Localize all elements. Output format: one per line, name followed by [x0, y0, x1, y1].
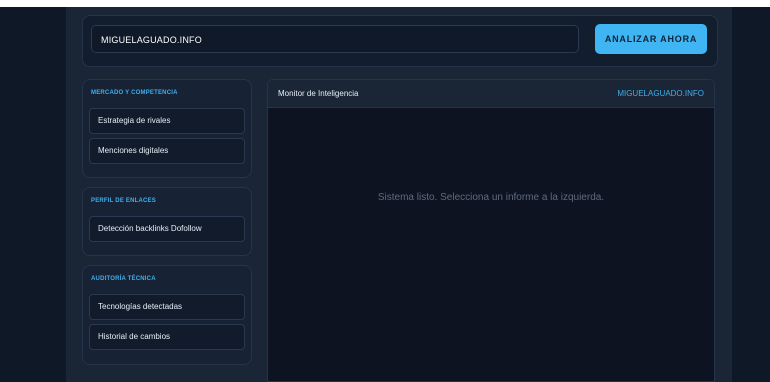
group-title: PERFIL DE ENLACES	[91, 198, 156, 204]
report-detected-technologies[interactable]: Tecnologías detectadas	[89, 294, 245, 320]
group-link-profile: PERFIL DE ENLACES Detección backlinks Do…	[82, 187, 252, 256]
analyze-button[interactable]: ANALIZAR AHORA	[595, 24, 707, 54]
group-market-competition: MERCADO Y COMPETENCIA Estrategia de riva…	[82, 79, 252, 178]
group-technical-audit: AUDITORÍA TÉCNICA Tecnologías detectadas…	[82, 265, 252, 365]
url-input[interactable]: MIGUELAGUADO.INFO	[91, 25, 579, 53]
main-panel: MIGUELAGUADO.INFO ANALIZAR AHORA MERCADO…	[66, 7, 732, 382]
report-rival-strategy[interactable]: Estrategia de rivales	[89, 108, 245, 134]
intelligence-monitor: Monitor de Inteligencia MIGUELAGUADO.INF…	[267, 79, 715, 382]
monitor-status-message: Sistema listo. Selecciona un informe a l…	[377, 192, 605, 203]
monitor-header: Monitor de Inteligencia MIGUELAGUADO.INF…	[268, 80, 714, 108]
search-card: MIGUELAGUADO.INFO ANALIZAR AHORA	[82, 15, 718, 67]
monitor-domain: MIGUELAGUADO.INFO	[617, 89, 704, 98]
group-title: MERCADO Y COMPETENCIA	[91, 90, 178, 96]
monitor-title: Monitor de Inteligencia	[278, 89, 359, 98]
report-change-history[interactable]: Historial de cambios	[89, 324, 245, 350]
report-dofollow-backlinks[interactable]: Detección backlinks Dofollow	[89, 216, 245, 242]
top-strip	[0, 0, 770, 7]
group-title: AUDITORÍA TÉCNICA	[91, 276, 156, 282]
report-digital-mentions[interactable]: Menciones digitales	[89, 138, 245, 164]
